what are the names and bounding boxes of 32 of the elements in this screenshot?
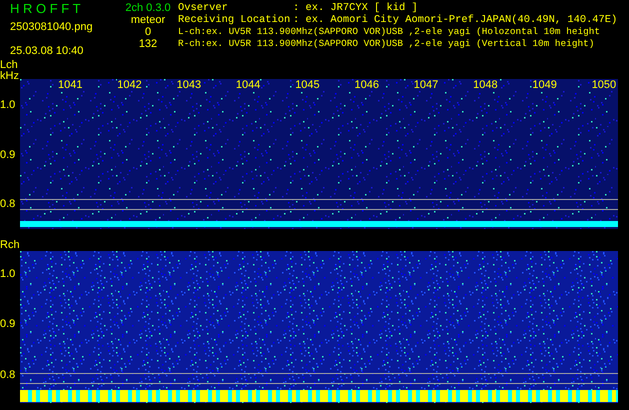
- channel-info: L-ch:ex. UV5R 113.900Mhz(SAPPORO VOR)USB ,2-ele yagi (Holozontal 10m height: [178, 26, 601, 38]
- time-axis-label: 1043: [176, 79, 202, 91]
- axis-tick-label: 1.0: [0, 269, 16, 280]
- time-axis-label: 1044: [236, 79, 260, 91]
- meteor-label: meteor: [130, 14, 166, 26]
- time-axis-label: 1042: [117, 79, 142, 91]
- axis-tick-label: 0.8: [0, 370, 16, 381]
- channel-info: R-ch:ex. UV5R 113.900Mhz(SAPPORO VOR)USB ,2-ele yagi (Vertical 10m height): [178, 38, 596, 50]
- meteor-count: 132: [138, 38, 158, 50]
- time-axis-label: 1046: [354, 79, 379, 91]
- info-value: : ex. Aomori City Aomori-Pref.JAPAN(40.49N, 140.47E): [293, 14, 618, 26]
- time-axis-label: 1048: [473, 79, 498, 91]
- info-label: Receiving Location: [178, 14, 292, 26]
- time-axis-label: 1041: [58, 79, 82, 91]
- time-axis-label: 1045: [295, 79, 320, 91]
- file-name: 2503081040.png: [10, 21, 94, 33]
- channel-label: Lch: [0, 60, 19, 71]
- timestamp: 25.03.08 10:40: [10, 45, 84, 57]
- meteor-count: 0: [144, 26, 152, 38]
- axis-tick-label: 0.9: [0, 319, 16, 330]
- time-axis-label: 1050: [592, 79, 616, 91]
- time-axis-label: 1047: [414, 79, 438, 91]
- version-label: 2ch 0.3.0: [125, 2, 171, 14]
- axis-tick-label: 0.9: [0, 150, 16, 160]
- info-label: Ovserver: [178, 2, 229, 14]
- app-title: H R O F F T: [10, 2, 82, 16]
- axis-tick-label: 1.0: [0, 100, 16, 111]
- channel-label: Rch: [0, 240, 20, 251]
- unit-label: kHz: [0, 71, 20, 82]
- info-value: : ex. JR7CYX [ kid ]: [293, 2, 418, 14]
- time-axis-label: 1049: [532, 79, 557, 91]
- axis-tick-label: 0.8: [0, 199, 16, 210]
